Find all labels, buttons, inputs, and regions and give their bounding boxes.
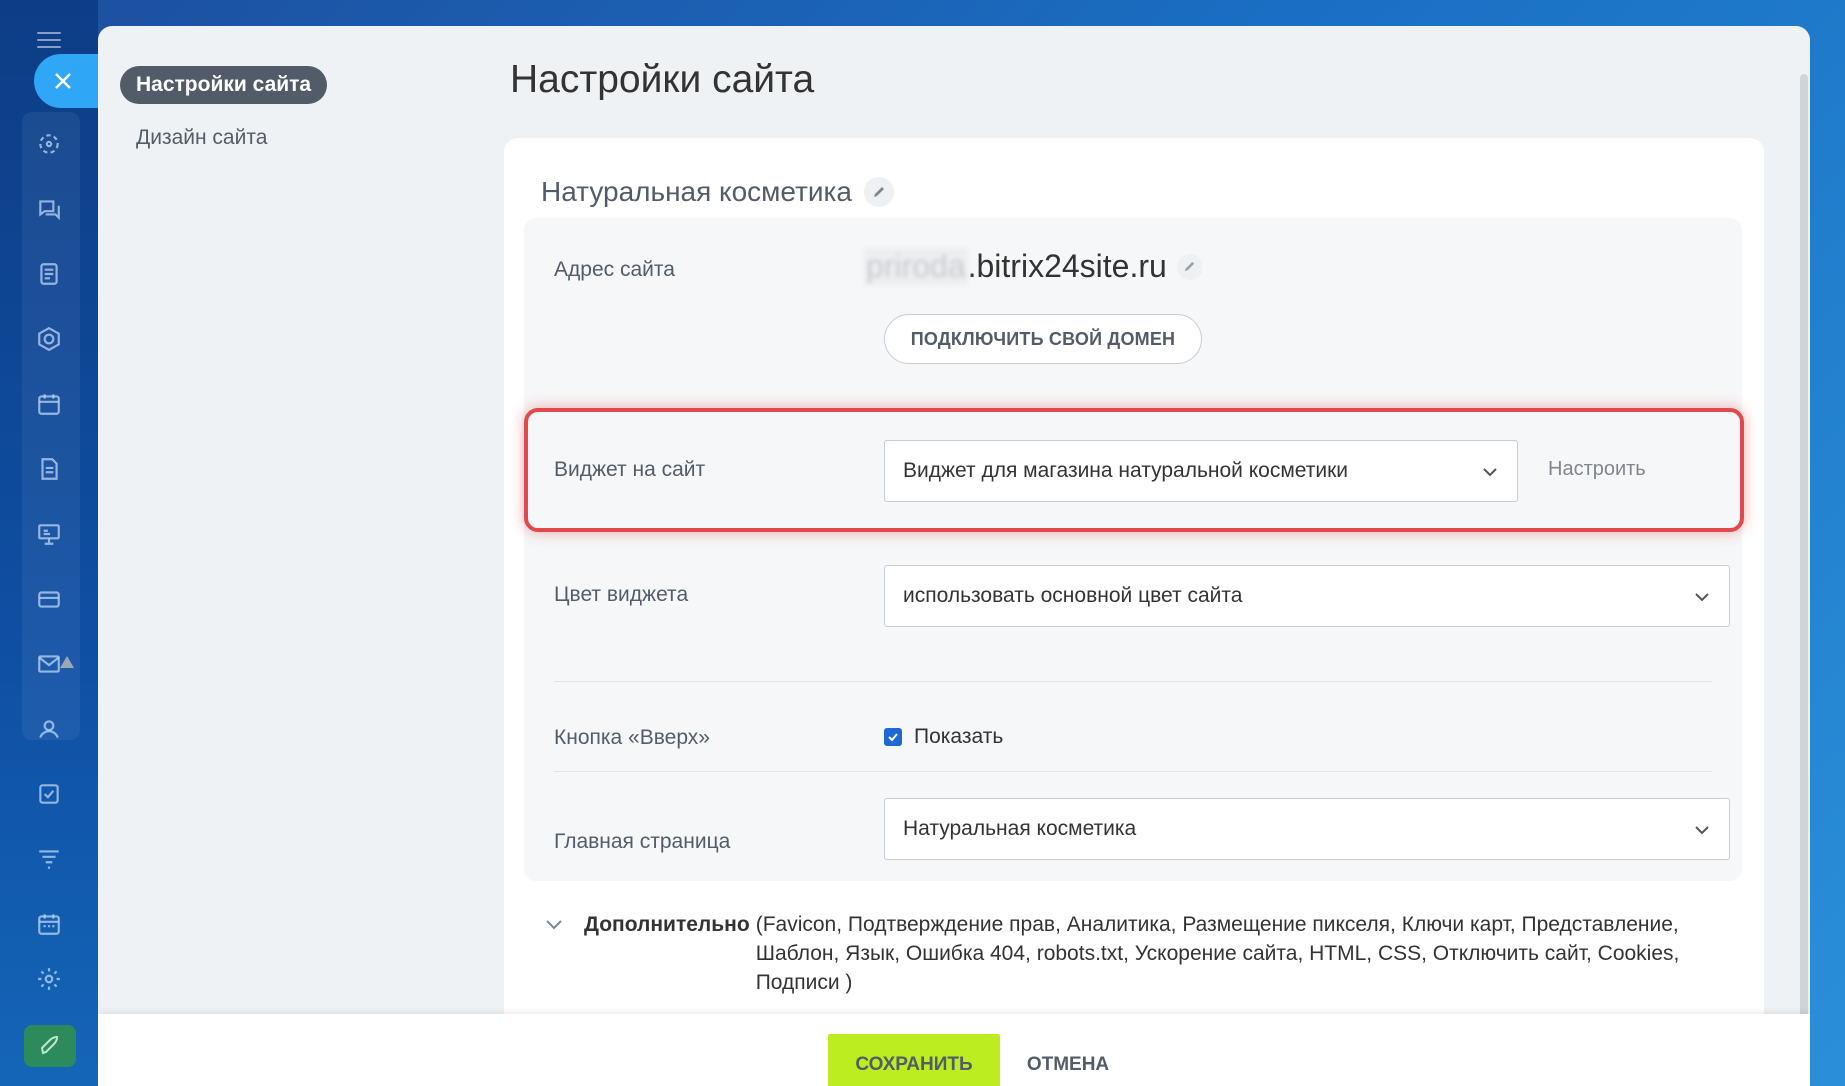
close-icon <box>55 73 71 89</box>
app-sidebar <box>0 0 98 1086</box>
scroll-up-label: Кнопка «Вверх» <box>554 726 710 749</box>
divider <box>554 681 1712 682</box>
calendar-icon[interactable] <box>35 390 63 418</box>
widget-color-value: использовать основной цвет сайта <box>903 584 1243 607</box>
pencil-icon <box>1185 261 1195 272</box>
show-scroll-up-checkbox[interactable] <box>884 728 902 746</box>
show-checkbox-label[interactable]: Показать <box>914 725 1003 749</box>
home-page-value: Натуральная косметика <box>903 817 1137 840</box>
feed-icon[interactable] <box>35 130 63 158</box>
document-icon[interactable] <box>35 260 63 288</box>
home-page-select[interactable]: Натуральная косметика <box>884 798 1730 860</box>
site-address: priroda .bitrix24site.ru <box>864 248 1203 285</box>
settings-icon[interactable] <box>35 965 63 993</box>
warning-icon <box>60 656 74 668</box>
home-page-label: Главная страница <box>554 830 731 853</box>
checkmark-icon <box>888 733 898 742</box>
widget-select[interactable]: Виджет для магазина натуральной косметик… <box>884 440 1518 502</box>
menu-icon[interactable] <box>37 32 61 48</box>
additional-title[interactable]: Дополнительно <box>584 910 750 997</box>
pencil-icon <box>873 187 884 197</box>
nav-item-site-settings[interactable]: Настройки сайта <box>120 66 328 104</box>
tasks-icon[interactable] <box>35 780 63 808</box>
settings-panel: Настройки сайта Дизайн сайта Настройки с… <box>98 26 1810 1086</box>
nav-item-site-design[interactable]: Дизайн сайта <box>136 126 327 150</box>
schedule-icon[interactable] <box>35 910 63 938</box>
settings-nav: Настройки сайта Дизайн сайта <box>120 66 328 150</box>
connect-domain-button[interactable]: ПОДКЛЮЧИТЬ СВОЙ ДОМЕН <box>884 314 1202 364</box>
chevron-down-icon <box>1695 593 1709 602</box>
additional-items-line: Подписи ) <box>755 971 853 994</box>
additional-section[interactable]: Дополнительно (Favicon, Подтверждение пр… <box>544 910 1724 997</box>
card-icon[interactable] <box>35 585 63 613</box>
widget-label: Виджет на сайт <box>554 458 706 481</box>
edit-site-name-button[interactable] <box>863 177 894 207</box>
save-button[interactable]: СОХРАНИТЬ <box>828 1034 1000 1086</box>
address-label: Адрес сайта <box>554 258 675 281</box>
contacts-icon[interactable] <box>35 715 63 743</box>
widget-color-label: Цвет виджета <box>554 583 689 606</box>
file-icon[interactable] <box>35 455 63 483</box>
footer-bar: СОХРАНИТЬ ОТМЕНА <box>98 1014 1810 1086</box>
scrollbar[interactable] <box>1800 74 1808 1050</box>
chat-icon[interactable] <box>35 195 63 223</box>
widget-select-value: Виджет для магазина натуральной косметик… <box>903 459 1349 482</box>
subdomain: priroda <box>864 248 968 285</box>
funnel-icon[interactable] <box>35 845 63 873</box>
additional-items-line: (Favicon, Подтверждение прав, Аналитика,… <box>755 913 1679 936</box>
edit-address-button[interactable] <box>1176 253 1203 280</box>
mail-icon[interactable] <box>35 650 63 678</box>
chevron-down-icon <box>1483 468 1497 477</box>
rocket-button[interactable] <box>24 1025 76 1067</box>
presentation-icon[interactable] <box>35 520 63 548</box>
close-slider-button[interactable] <box>34 54 98 108</box>
chevron-down-icon[interactable] <box>544 916 564 934</box>
widget-color-select[interactable]: использовать основной цвет сайта <box>884 565 1730 627</box>
page-title: Настройки сайта <box>510 58 815 101</box>
settings-card: Натуральная косметика Адрес сайта prirod… <box>504 138 1764 1086</box>
site-name: Натуральная косметика <box>541 176 852 207</box>
settings-form: Адрес сайта priroda .bitrix24site.ru ПОДК… <box>524 218 1744 881</box>
rocket-icon <box>40 1035 59 1055</box>
cancel-button[interactable]: ОТМЕНА <box>1018 1034 1118 1086</box>
configure-widget-link[interactable]: Настроить <box>1548 458 1646 481</box>
domain-suffix: .bitrix24site.ru <box>967 248 1167 284</box>
chevron-down-icon <box>1695 826 1709 835</box>
additional-items-line: Шаблон, Язык, Ошибка 404, robots.txt, Ус… <box>755 942 1680 965</box>
divider <box>554 771 1712 772</box>
hexagon-icon[interactable] <box>35 325 63 353</box>
site-name-heading: Натуральная косметика <box>541 176 894 208</box>
